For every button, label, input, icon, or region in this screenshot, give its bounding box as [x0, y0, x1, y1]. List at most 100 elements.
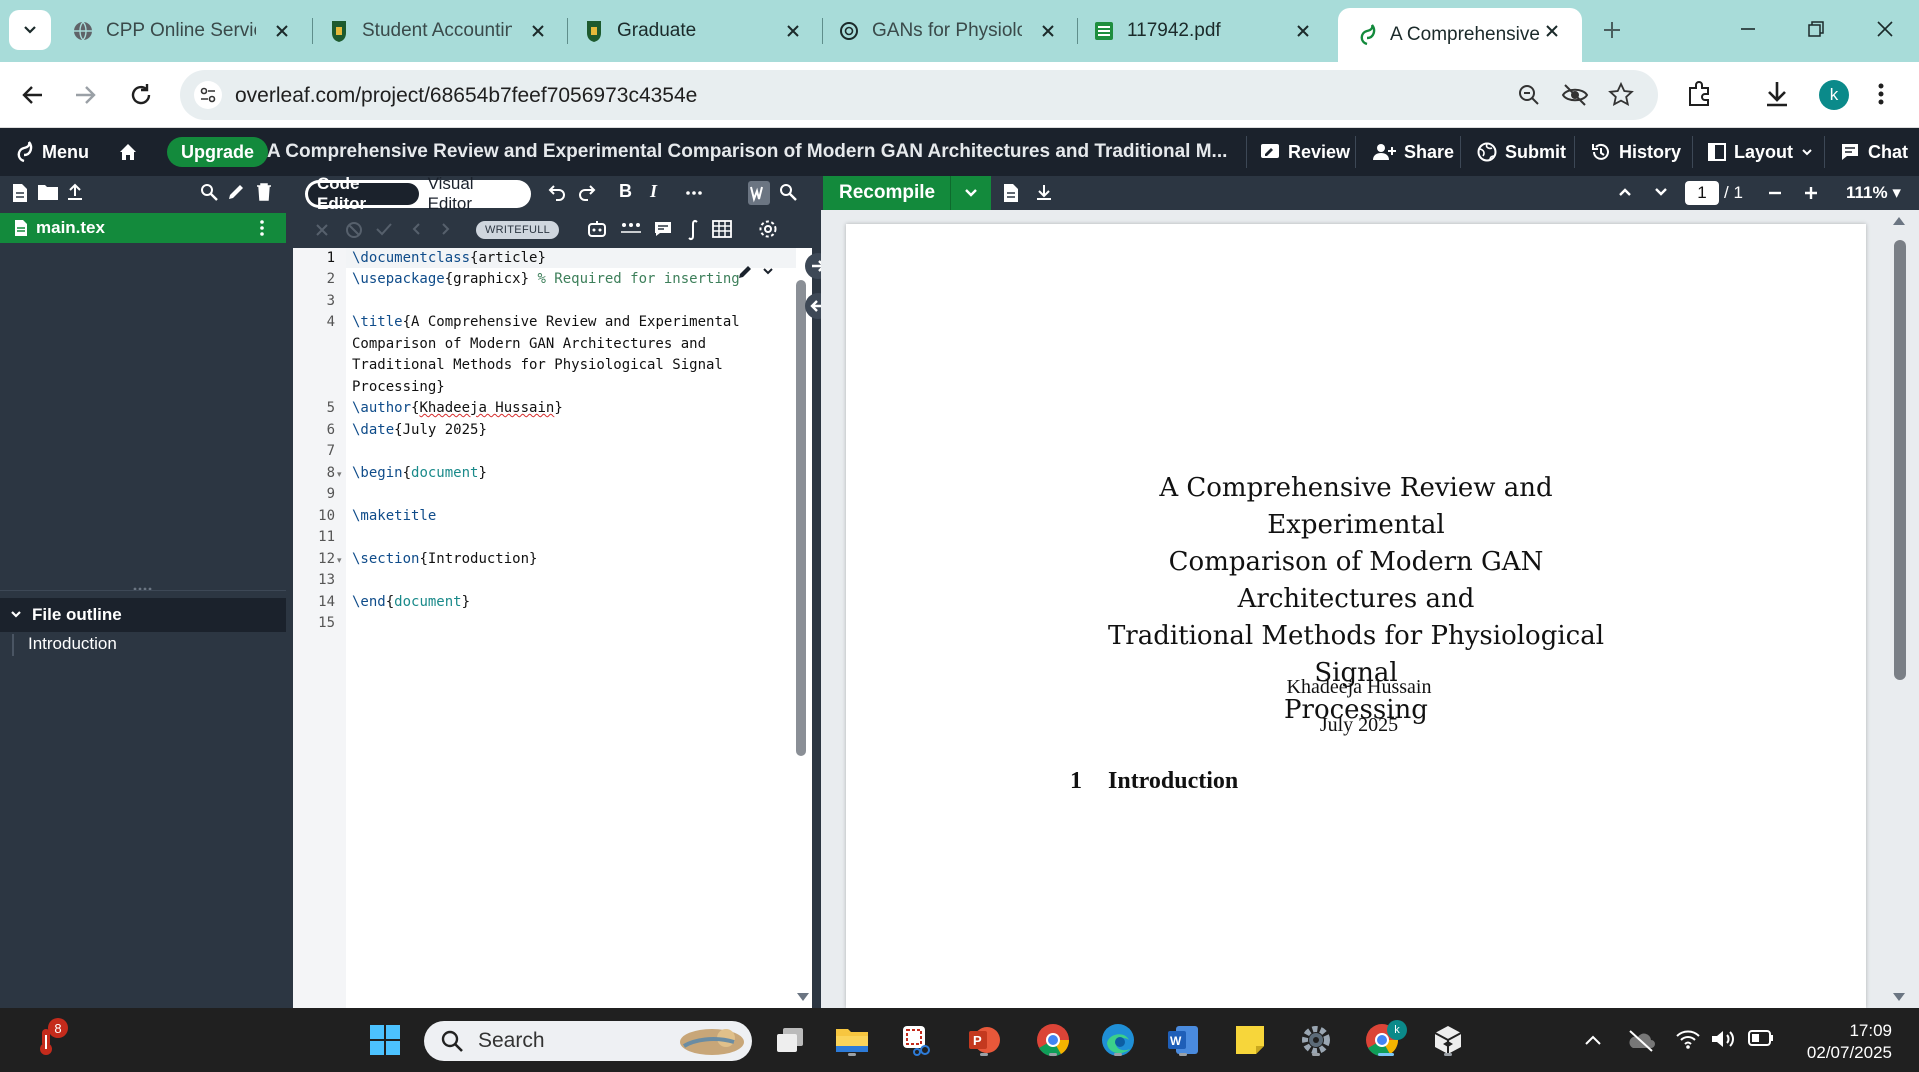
kebab-menu-icon[interactable]	[1877, 79, 1885, 109]
new-folder-icon[interactable]	[37, 183, 59, 201]
reject-icon[interactable]	[315, 223, 329, 237]
new-tab-icon[interactable]	[1600, 18, 1624, 42]
reload-icon[interactable]	[126, 80, 156, 110]
browser-tab-4[interactable]: GANs for Physiolog	[838, 12, 1058, 50]
browser-tab-active[interactable]: A Comprehensive	[1338, 8, 1582, 62]
settings-gear-icon[interactable]	[758, 219, 778, 239]
scroll-down-icon[interactable]	[796, 992, 810, 1002]
zoom-in-icon[interactable]	[1804, 186, 1818, 200]
writefull-badge[interactable]: WRITEFULL	[476, 221, 560, 239]
site-settings-icon[interactable]	[194, 81, 222, 109]
scroll-up-icon[interactable]	[1892, 216, 1906, 226]
profile-avatar[interactable]: k	[1819, 80, 1849, 110]
virtualbox-button[interactable]	[1430, 1022, 1466, 1058]
browser-tab-5[interactable]: 117942.pdf	[1093, 12, 1313, 50]
back-icon[interactable]	[18, 80, 48, 110]
upgrade-button[interactable]: Upgrade	[167, 137, 269, 167]
close-icon[interactable]	[1293, 21, 1313, 41]
home-button[interactable]	[118, 128, 146, 176]
volume-icon[interactable]	[1710, 1028, 1736, 1050]
edit-pencil-icon[interactable]	[737, 262, 777, 282]
previous-page-icon[interactable]	[1618, 187, 1632, 197]
extensions-icon[interactable]	[1685, 79, 1715, 109]
taskbar-search[interactable]: Search	[424, 1021, 752, 1061]
submit-button[interactable]: Submit	[1477, 128, 1566, 176]
close-window-icon[interactable]	[1874, 18, 1896, 40]
sticky-notes-button[interactable]	[1232, 1022, 1268, 1058]
file-outline-header[interactable]: File outline	[0, 598, 286, 632]
eye-off-icon[interactable]	[1561, 82, 1589, 108]
table-icon[interactable]	[712, 220, 732, 238]
zoom-icon[interactable]	[1516, 82, 1542, 108]
project-title[interactable]: A Comprehensive Review and Experimental …	[267, 141, 1227, 163]
editor-scrollbar-thumb[interactable]	[796, 280, 806, 756]
fold-arrow-icon[interactable]: ▾	[337, 469, 342, 480]
bookmark-star-icon[interactable]	[1608, 82, 1634, 108]
redo-icon[interactable]	[578, 183, 596, 201]
browser-tab-3[interactable]: Graduate	[583, 12, 803, 50]
share-button[interactable]: Share	[1372, 128, 1454, 176]
sidebar-splitter[interactable]	[286, 210, 293, 1008]
file-menu-icon[interactable]	[260, 219, 264, 237]
close-icon[interactable]	[783, 21, 803, 41]
editor-pdf-splitter[interactable]	[812, 210, 821, 1008]
start-button[interactable]	[367, 1022, 403, 1058]
restore-icon[interactable]	[1805, 18, 1827, 40]
block-icon[interactable]	[345, 221, 363, 239]
pdf-scrollbar-thumb[interactable]	[1894, 240, 1906, 680]
recompile-options-button[interactable]	[950, 176, 991, 210]
close-icon[interactable]	[1038, 21, 1058, 41]
close-icon[interactable]	[1542, 21, 1562, 41]
search-icon[interactable]	[779, 183, 797, 201]
file-tree-item-main-tex[interactable]: main.tex	[0, 213, 286, 243]
visual-editor-toggle[interactable]: Visual Editor	[419, 174, 528, 213]
upload-icon[interactable]	[66, 183, 84, 201]
menu-button[interactable]: Menu	[14, 128, 89, 176]
delete-icon[interactable]	[256, 183, 272, 201]
system-clock[interactable]: 17:09 02/07/2025	[1807, 1020, 1892, 1064]
history-button[interactable]: History	[1591, 128, 1681, 176]
zoom-level-dropdown[interactable]: 111% ▾	[1846, 183, 1901, 203]
next-page-icon[interactable]	[1654, 187, 1668, 197]
comment-icon[interactable]	[654, 221, 672, 237]
browser-tab-2[interactable]: Student Accounting	[328, 12, 548, 50]
integral-icon[interactable]	[687, 219, 699, 241]
writefull-logo-icon[interactable]	[748, 181, 770, 205]
chevron-left-icon[interactable]	[411, 222, 421, 236]
bold-icon[interactable]: B	[619, 181, 632, 202]
omnibox[interactable]: overleaf.com/project/68654b7feef7056973c…	[180, 70, 1658, 120]
search-icon[interactable]	[200, 183, 218, 201]
ai-assist-icon[interactable]	[587, 220, 607, 238]
close-icon[interactable]	[528, 21, 548, 41]
recompile-button[interactable]: Recompile	[823, 176, 991, 210]
settings-button[interactable]	[1298, 1022, 1334, 1058]
chat-button[interactable]: Chat	[1840, 128, 1908, 176]
task-view-button[interactable]	[772, 1022, 808, 1058]
fold-arrow-icon[interactable]: ▾	[337, 555, 342, 566]
file-explorer-button[interactable]	[834, 1022, 870, 1058]
powerpoint-button[interactable]: P	[966, 1022, 1002, 1058]
log-file-icon[interactable]	[1003, 183, 1019, 203]
page-number-input[interactable]: 1	[1685, 181, 1719, 205]
download-icon[interactable]	[1763, 79, 1791, 109]
minimize-icon[interactable]	[1737, 18, 1759, 40]
zoom-out-icon[interactable]	[1768, 191, 1782, 195]
new-file-icon[interactable]	[12, 183, 28, 203]
browser-tab-1[interactable]: CPP Online Service	[72, 12, 292, 50]
snipping-tool-button[interactable]	[899, 1022, 935, 1058]
accept-icon[interactable]	[375, 222, 393, 236]
show-hidden-icons-icon[interactable]	[1584, 1034, 1602, 1046]
word-button[interactable]: W	[1165, 1022, 1201, 1058]
code-editor[interactable]: WRITEFULL 1 2 3 4 5 6 7 8 ▾ 9 10 11 12 ▾…	[293, 210, 812, 1008]
code-editor-toggle[interactable]: Code Editor	[308, 174, 419, 213]
pdf-preview-pane[interactable]: A Comprehensive Review and Experimental …	[821, 210, 1919, 1008]
more-options-icon[interactable]	[686, 191, 702, 195]
chevron-right-icon[interactable]	[441, 222, 451, 236]
close-icon[interactable]	[272, 21, 292, 41]
rename-pencil-icon[interactable]	[227, 183, 245, 201]
ellipsis-icon[interactable]	[621, 222, 641, 234]
onedrive-offline-icon[interactable]	[1627, 1028, 1655, 1052]
layout-button[interactable]: Layout	[1708, 128, 1821, 176]
italic-icon[interactable]: I	[650, 181, 657, 202]
spellcheck-word[interactable]: Khadeeja Hussain	[419, 400, 554, 416]
